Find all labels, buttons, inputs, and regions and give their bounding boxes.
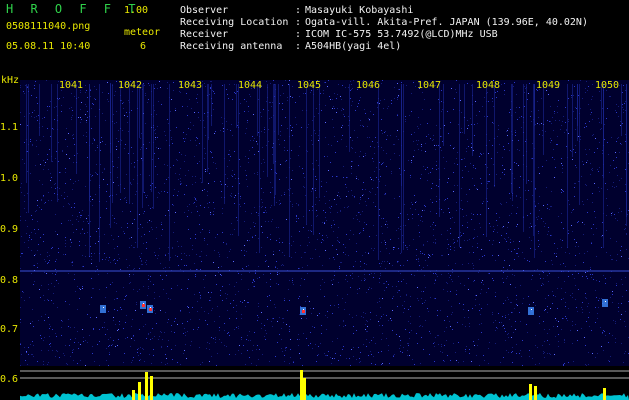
receiver-sep: : (295, 29, 302, 40)
app-name: H R O F F T (6, 2, 141, 16)
x-tick-label: 1050 (595, 80, 620, 91)
meteor-echo (528, 307, 534, 315)
x-tick-label: 1043 (178, 80, 203, 91)
x-tick-label: 1047 (417, 80, 442, 91)
location-label: Receiving Location (180, 17, 289, 28)
file-name: 0508111040.png (6, 21, 91, 32)
signal-peak (603, 388, 606, 400)
app-version: 1.00 (124, 5, 149, 16)
location-sep: : (295, 17, 302, 28)
x-tick-label: 1042 (118, 80, 143, 91)
antenna-label: Receiving antenna (180, 41, 283, 52)
hroft-screen: H R O F F T 1.00 0508111040.png meteor 0… (0, 0, 629, 400)
meteor-echo (100, 305, 106, 313)
signal-noise-trace (20, 393, 629, 400)
y-tick-label: 0.9 (0, 224, 19, 235)
x-tick-label: 1044 (238, 80, 263, 91)
receiver-value: ICOM IC-575 53.7492(@LCD)MHz USB (305, 29, 498, 40)
antenna-value: A504HB(yagi 4el) (305, 41, 402, 52)
x-tick-label: 1048 (476, 80, 501, 91)
meteor-echo (147, 305, 153, 313)
signal-level-plot (20, 370, 629, 400)
receiver-label: Receiver (180, 29, 229, 40)
x-tick-label: 1046 (356, 80, 381, 91)
spectrogram-waterfall (20, 80, 629, 366)
x-tick-label: 1041 (59, 80, 84, 91)
signal-peak (138, 382, 141, 400)
signal-peak (534, 386, 537, 400)
signal-peak (145, 372, 148, 400)
signal-peak (303, 378, 306, 400)
y-tick-label: 0.6 (0, 374, 19, 385)
meteor-echo (602, 299, 608, 307)
y-axis-unit: kHz (1, 75, 20, 86)
meteor-label: meteor (124, 27, 161, 38)
y-tick-label: 0.7 (0, 324, 19, 335)
signal-peak (150, 376, 153, 400)
x-tick-label: 1045 (297, 80, 322, 91)
file-timestamp: 05.08.11 10:40 (6, 41, 91, 52)
meteor-echo (140, 301, 146, 309)
y-tick-label: 1.0 (0, 173, 19, 184)
signal-peak (529, 384, 532, 400)
spectrogram-plot (20, 80, 629, 366)
x-tick-label: 1049 (536, 80, 561, 91)
location-value: Ogata-vill. Akita-Pref. JAPAN (139.96E, … (305, 17, 588, 28)
antenna-sep: : (295, 41, 302, 52)
y-tick-label: 1.1 (0, 122, 19, 133)
observer-label: Observer (180, 5, 229, 16)
signal-level-panel (20, 366, 629, 400)
observer-sep: : (295, 5, 302, 16)
observer-value: Masayuki Kobayashi (305, 5, 414, 16)
signal-peak (300, 370, 303, 400)
meteor-echo (300, 307, 306, 315)
noise-speckle (20, 80, 629, 366)
y-tick-label: 0.8 (0, 275, 19, 286)
signal-peak (132, 390, 135, 400)
meteor-count: 6 (140, 41, 147, 52)
